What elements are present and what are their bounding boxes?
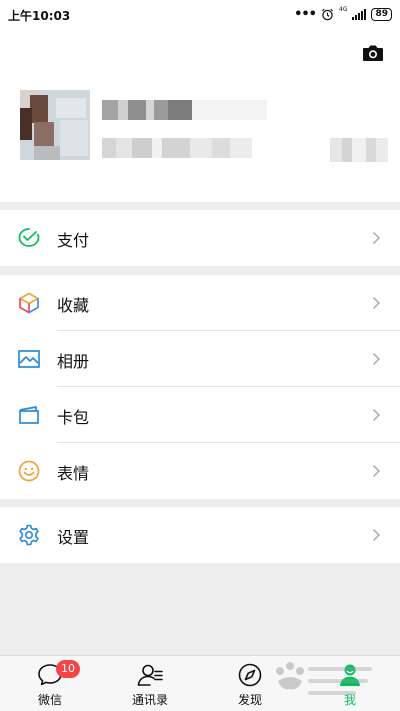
qr-code-blurred[interactable] [330,138,388,162]
gear-icon [19,524,39,546]
menu-item-album[interactable]: 相册 [0,331,400,387]
status-time: 上午10:03 [8,9,71,23]
menu-label-settings: 设置 [57,528,90,547]
image-icon [18,350,40,368]
tab-contacts[interactable]: 通讯录 [100,656,200,711]
profile-header[interactable] [0,30,400,202]
chevron-right-icon [372,528,381,542]
menu-label-favorites: 收藏 [57,296,90,315]
alarm-icon [322,8,333,20]
camera-icon[interactable] [362,44,384,62]
wechat-id-blurred [102,138,252,158]
compass-icon [238,663,262,687]
tools-group: 收藏 相册 卡包 表情 [0,275,400,499]
chevron-right-icon [372,352,381,366]
chevron-right-icon [372,408,381,422]
menu-label-cards: 卡包 [57,408,90,427]
card-wallet-icon [19,406,39,424]
chevron-right-icon [372,296,381,310]
notification-dots: ••• [294,6,317,22]
unread-badge: 10 [56,660,80,678]
menu-label-pay: 支付 [57,231,90,250]
tab-label-contacts: 通讯录 [131,693,168,707]
menu-item-stickers[interactable]: 表情 [0,443,400,499]
contacts-icon [137,664,163,686]
status-bar: 上午10:03 ••• 4G 89 [0,0,400,30]
nickname-blur-trail [192,100,267,120]
network-type: 4G [339,5,348,13]
battery-indicator: 89 [371,7,392,21]
menu-item-pay[interactable]: 支付 [0,210,400,266]
tab-label-chats: 微信 [37,693,62,707]
wallet-check-icon [18,228,40,247]
cube-icon [19,292,39,314]
menu-label-stickers: 表情 [57,464,90,483]
menu-item-favorites[interactable]: 收藏 [0,275,400,331]
chevron-right-icon [372,464,381,478]
signal-icon [352,8,367,20]
nickname-blurred [102,100,192,120]
pay-group: 支付 [0,210,400,266]
watermark-logo [276,662,372,695]
tab-chats[interactable]: 10 微信 [0,656,100,711]
chevron-right-icon [372,231,381,245]
settings-group: 设置 [0,507,400,563]
status-icons: ••• 4G 89 [294,6,392,22]
smiley-icon [18,460,40,482]
avatar[interactable] [20,90,90,160]
menu-item-cards[interactable]: 卡包 [0,387,400,443]
menu-item-settings[interactable]: 设置 [0,507,400,563]
menu-label-album: 相册 [57,352,90,371]
